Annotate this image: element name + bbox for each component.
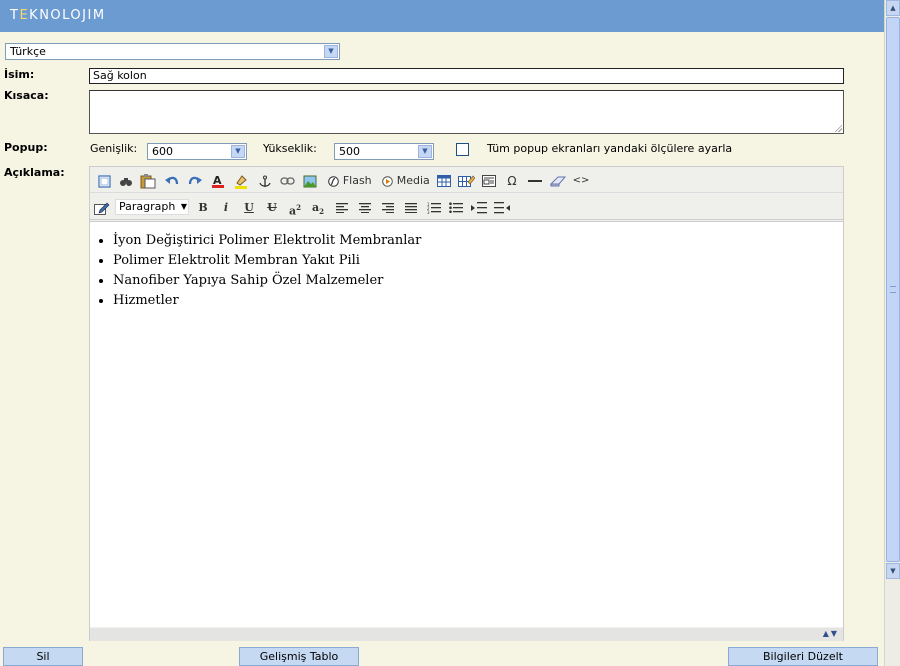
template-icon[interactable] xyxy=(480,172,498,190)
subscript-button[interactable]: a2 xyxy=(309,199,327,217)
background-color-icon[interactable] xyxy=(232,172,250,190)
name-input[interactable]: Sağ kolon xyxy=(89,68,844,84)
text-color-icon[interactable]: A xyxy=(209,172,227,190)
html-source-icon[interactable]: <> xyxy=(572,172,590,190)
editor-statusbar: ▲▼ xyxy=(90,628,843,641)
undo-icon[interactable] xyxy=(163,172,181,190)
outdent-icon[interactable] xyxy=(493,199,511,217)
styles-edit-icon[interactable] xyxy=(93,199,111,217)
height-label: Yükseklik: xyxy=(263,142,317,155)
chevron-down-icon[interactable]: ▼ xyxy=(181,200,187,214)
editor-content-area[interactable]: İyon Değiştirici Polimer Elektrolit Memb… xyxy=(90,221,843,627)
align-justify-icon[interactable] xyxy=(402,199,420,217)
list-item: Nanofiber Yapıya Sahip Özel Malzemeler xyxy=(113,272,421,292)
list-item: İyon Değiştirici Polimer Elektrolit Memb… xyxy=(113,232,421,252)
width-select[interactable]: 600 ▼ xyxy=(147,143,247,160)
rich-text-editor[interactable]: A Flash Media Ω <> Paragraph ▼ B i U U a… xyxy=(89,166,844,641)
vertical-scrollbar[interactable]: ▲ ▼ xyxy=(884,0,900,666)
advanced-table-button[interactable]: Gelişmiş Tablo xyxy=(239,647,359,666)
media-icon xyxy=(382,175,394,187)
flash-button[interactable]: Flash xyxy=(328,172,372,190)
editor-toolbar-top: A Flash Media Ω <> xyxy=(90,167,843,193)
description-label: Açıklama: xyxy=(4,166,65,179)
link-icon[interactable] xyxy=(278,172,296,190)
language-select-value: Türkçe xyxy=(10,45,46,58)
special-character-icon[interactable]: Ω xyxy=(503,172,521,190)
new-document-icon[interactable] xyxy=(95,172,113,190)
width-label: Genişlik: xyxy=(90,142,138,155)
editor-toolbar-bottom: Paragraph ▼ B i U U a2 a2 123 xyxy=(90,194,843,220)
popup-label: Popup: xyxy=(4,141,48,154)
flash-icon xyxy=(328,175,340,187)
numbered-list-icon[interactable]: 123 xyxy=(425,199,443,217)
apply-all-checkbox[interactable] xyxy=(456,143,469,156)
list-item: Hizmetler xyxy=(113,292,421,312)
align-right-icon[interactable] xyxy=(379,199,397,217)
redo-icon[interactable] xyxy=(186,172,204,190)
media-button[interactable]: Media xyxy=(382,172,430,190)
strikethrough-button[interactable]: U xyxy=(263,199,281,217)
find-binoculars-icon[interactable] xyxy=(117,172,135,190)
table-icon[interactable] xyxy=(435,172,453,190)
indent-icon[interactable] xyxy=(470,199,488,217)
list-item: Polimer Elektrolit Membran Yakıt Pili xyxy=(113,252,421,272)
chevron-down-icon[interactable]: ▼ xyxy=(324,45,338,58)
horizontal-rule-icon[interactable] xyxy=(526,172,544,190)
align-left-icon[interactable] xyxy=(333,199,351,217)
apply-all-label: Tüm popup ekranları yandaki ölçülere aya… xyxy=(487,142,733,155)
anchor-icon[interactable] xyxy=(256,172,274,190)
resize-handle-icon[interactable] xyxy=(834,124,842,132)
table-edit-icon[interactable] xyxy=(457,172,475,190)
scroll-grip-icon xyxy=(890,286,896,293)
superscript-button[interactable]: a2 xyxy=(286,199,304,218)
eraser-icon[interactable] xyxy=(549,172,567,190)
scroll-up-arrow-icon[interactable]: ▲ xyxy=(886,0,900,16)
image-icon[interactable] xyxy=(301,172,319,190)
height-select-value: 500 xyxy=(339,145,360,158)
height-select[interactable]: 500 ▼ xyxy=(334,143,434,160)
delete-button[interactable]: Sil xyxy=(3,647,83,666)
bullet-list-icon[interactable] xyxy=(447,199,465,217)
content-bullet-list: İyon Değiştirici Polimer Elektrolit Memb… xyxy=(113,232,421,312)
editor-resize-arrows-icon[interactable]: ▲▼ xyxy=(823,629,839,638)
svg-text:3: 3 xyxy=(427,210,430,214)
italic-button[interactable]: i xyxy=(217,199,235,217)
chevron-down-icon[interactable]: ▼ xyxy=(231,145,245,158)
format-select[interactable]: Paragraph ▼ xyxy=(115,199,189,215)
name-label: İsim: xyxy=(4,68,35,81)
language-select[interactable]: Türkçe ▼ xyxy=(5,43,340,60)
summary-textarea[interactable] xyxy=(89,90,844,134)
align-center-icon[interactable] xyxy=(356,199,374,217)
brand-logo: TEKNOLOJIM xyxy=(10,8,106,23)
app-header: TEKNOLOJIM xyxy=(0,0,884,32)
bold-button[interactable]: B xyxy=(194,199,212,217)
scroll-thumb[interactable] xyxy=(886,17,900,562)
paste-icon[interactable] xyxy=(139,172,157,190)
summary-label: Kısaca: xyxy=(4,89,49,102)
chevron-down-icon[interactable]: ▼ xyxy=(418,145,432,158)
underline-button[interactable]: U xyxy=(240,199,258,217)
scroll-down-arrow-icon[interactable]: ▼ xyxy=(886,563,900,579)
width-select-value: 600 xyxy=(152,145,173,158)
update-info-button[interactable]: Bilgileri Düzelt xyxy=(728,647,878,666)
format-select-value: Paragraph xyxy=(119,200,176,213)
